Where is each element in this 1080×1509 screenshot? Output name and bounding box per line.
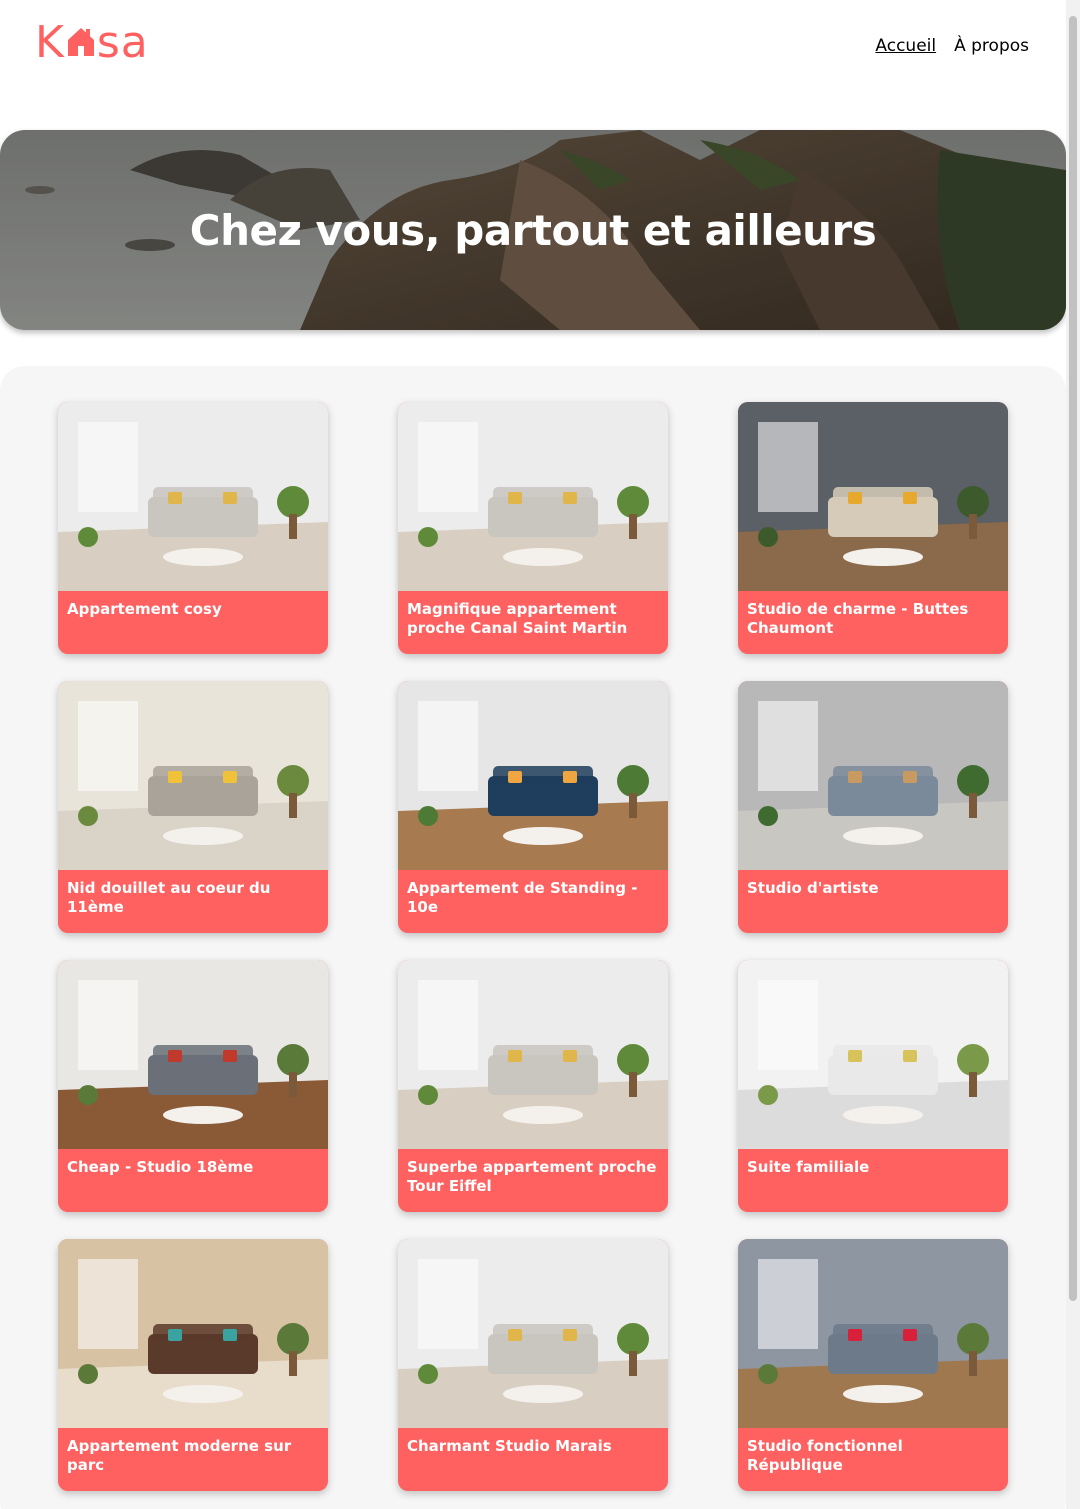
listing-title: Appartement moderne sur parc xyxy=(67,1437,292,1474)
listing-card[interactable]: Appartement moderne sur parc xyxy=(58,1239,328,1491)
listing-title: Nid douillet au coeur du 11ème xyxy=(67,879,271,916)
listing-card[interactable]: Studio fonctionnel République xyxy=(738,1239,1008,1491)
listing-photo xyxy=(738,681,1008,870)
listing-card[interactable]: Magnifique appartement proche Canal Sain… xyxy=(398,402,668,654)
listing-photo xyxy=(58,681,328,870)
listing-photo xyxy=(738,960,1008,1149)
kasa-logo[interactable]: K sa xyxy=(35,18,149,68)
listing-title: Studio de charme - Buttes Chaumont xyxy=(747,600,969,637)
listing-photo xyxy=(58,402,328,591)
listing-card[interactable]: Nid douillet au coeur du 11ème xyxy=(58,681,328,933)
listing-card[interactable]: Appartement cosy xyxy=(58,402,328,654)
listing-title: Studio d'artiste xyxy=(747,879,879,897)
listing-photo xyxy=(58,1239,328,1428)
listing-title: Charmant Studio Marais xyxy=(407,1437,612,1455)
listing-title: Superbe appartement proche Tour Eiffel xyxy=(407,1158,657,1195)
listing-card[interactable]: Appartement de Standing - 10e xyxy=(398,681,668,933)
listing-photo xyxy=(398,402,668,591)
listing-title: Cheap - Studio 18ème xyxy=(67,1158,254,1176)
listing-card[interactable]: Superbe appartement proche Tour Eiffel xyxy=(398,960,668,1212)
listing-title: Magnifique appartement proche Canal Sain… xyxy=(407,600,628,637)
listing-photo xyxy=(58,960,328,1149)
hero-banner: Chez vous, partout et ailleurs xyxy=(0,130,1066,330)
listing-title: Suite familiale xyxy=(747,1158,870,1176)
listing-title: Appartement cosy xyxy=(67,600,222,618)
nav-link-about[interactable]: À propos xyxy=(954,36,1029,56)
listing-card[interactable]: Studio de charme - Buttes Chaumont xyxy=(738,402,1008,654)
listings-gallery: Appartement cosy Magnifique appartement p… xyxy=(0,366,1066,1509)
banner-title: Chez vous, partout et ailleurs xyxy=(189,205,877,255)
listing-card[interactable]: Cheap - Studio 18ème xyxy=(58,960,328,1212)
listing-title: Appartement de Standing - 10e xyxy=(407,879,638,916)
house-icon xyxy=(67,28,94,56)
listing-title: Studio fonctionnel République xyxy=(747,1437,903,1474)
listing-photo xyxy=(398,1239,668,1428)
listing-photo xyxy=(738,402,1008,591)
page-scrollbar[interactable] xyxy=(1066,0,1080,1509)
logo-text-start: K xyxy=(35,17,65,68)
header: K sa Accueil À propos xyxy=(0,0,1066,100)
listing-card[interactable]: Suite familiale xyxy=(738,960,1008,1212)
listing-photo xyxy=(738,1239,1008,1428)
scrollbar-thumb[interactable] xyxy=(1069,16,1077,1301)
listing-card[interactable]: Studio d'artiste xyxy=(738,681,1008,933)
listing-photo xyxy=(398,681,668,870)
main-nav: Accueil À propos xyxy=(875,36,1029,56)
listing-photo xyxy=(398,960,668,1149)
logo-text-end: sa xyxy=(96,17,149,68)
listing-card[interactable]: Charmant Studio Marais xyxy=(398,1239,668,1491)
nav-link-home[interactable]: Accueil xyxy=(875,36,936,56)
